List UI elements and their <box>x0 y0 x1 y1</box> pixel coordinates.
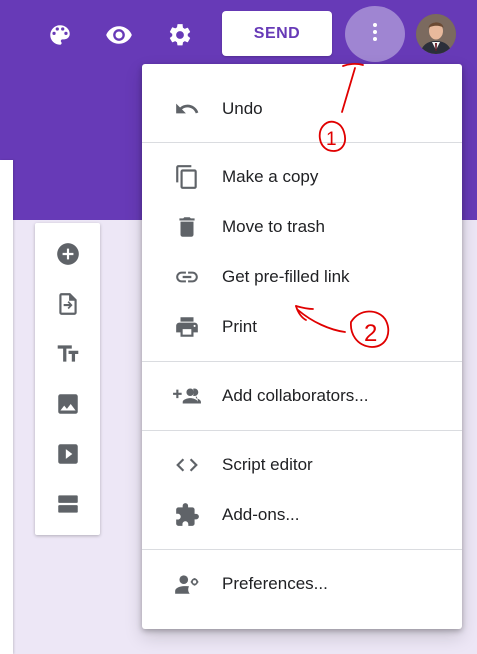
menu-item-make-copy[interactable]: Make a copy <box>142 154 462 198</box>
menu-divider <box>142 549 462 550</box>
more-options-button[interactable] <box>345 6 405 62</box>
eye-icon[interactable] <box>101 17 137 53</box>
add-people-icon <box>172 383 202 409</box>
menu-item-add-ons[interactable]: Add-ons... <box>142 492 462 536</box>
puzzle-icon <box>172 502 202 528</box>
form-card-edge <box>0 160 13 654</box>
menu-item-label: Undo <box>222 99 263 118</box>
menu-item-label: Preferences... <box>222 574 328 593</box>
account-avatar[interactable] <box>416 14 456 54</box>
link-icon <box>172 264 202 290</box>
add-question-icon[interactable] <box>51 237 85 271</box>
title-text-icon[interactable] <box>51 337 85 371</box>
undo-icon <box>172 96 202 122</box>
menu-item-script-editor[interactable]: Script editor <box>142 442 462 486</box>
menu-item-label: Get pre-filled link <box>222 267 350 286</box>
copy-icon <box>172 164 202 190</box>
more-vert-icon <box>363 20 387 49</box>
section-icon[interactable] <box>51 487 85 521</box>
menu-divider <box>142 361 462 362</box>
menu-item-add-collaborators[interactable]: Add collaborators... <box>142 373 462 417</box>
user-avatar-photo <box>416 14 456 54</box>
image-icon[interactable] <box>51 387 85 421</box>
menu-item-get-prefilled-link[interactable]: Get pre-filled link <box>142 254 462 298</box>
menu-item-label: Print <box>222 317 257 336</box>
menu-item-move-to-trash[interactable]: Move to trash <box>142 204 462 248</box>
trash-icon <box>172 214 202 240</box>
menu-divider <box>142 142 462 143</box>
video-icon[interactable] <box>51 437 85 471</box>
menu-item-label: Add collaborators... <box>222 386 369 405</box>
import-questions-icon[interactable] <box>51 287 85 321</box>
palette-icon[interactable] <box>42 17 78 53</box>
side-tool-panel <box>35 223 100 535</box>
print-icon <box>172 314 202 340</box>
menu-divider <box>142 430 462 431</box>
more-options-menu: Undo Make a copy Move to trash Get pre-f… <box>142 64 462 629</box>
menu-item-print[interactable]: Print <box>142 304 462 348</box>
menu-item-preferences[interactable]: Preferences... <box>142 561 462 605</box>
forms-editor-screen: SEND Undo Make a copy Move to trash Get … <box>0 0 477 654</box>
person-settings-icon <box>172 571 202 597</box>
send-button[interactable]: SEND <box>222 11 332 56</box>
menu-item-label: Script editor <box>222 455 313 474</box>
code-icon <box>172 452 202 478</box>
menu-item-label: Move to trash <box>222 217 325 236</box>
menu-item-label: Add-ons... <box>222 505 300 524</box>
menu-item-label: Make a copy <box>222 167 319 186</box>
gear-icon[interactable] <box>162 17 198 53</box>
menu-item-undo[interactable]: Undo <box>142 86 462 130</box>
